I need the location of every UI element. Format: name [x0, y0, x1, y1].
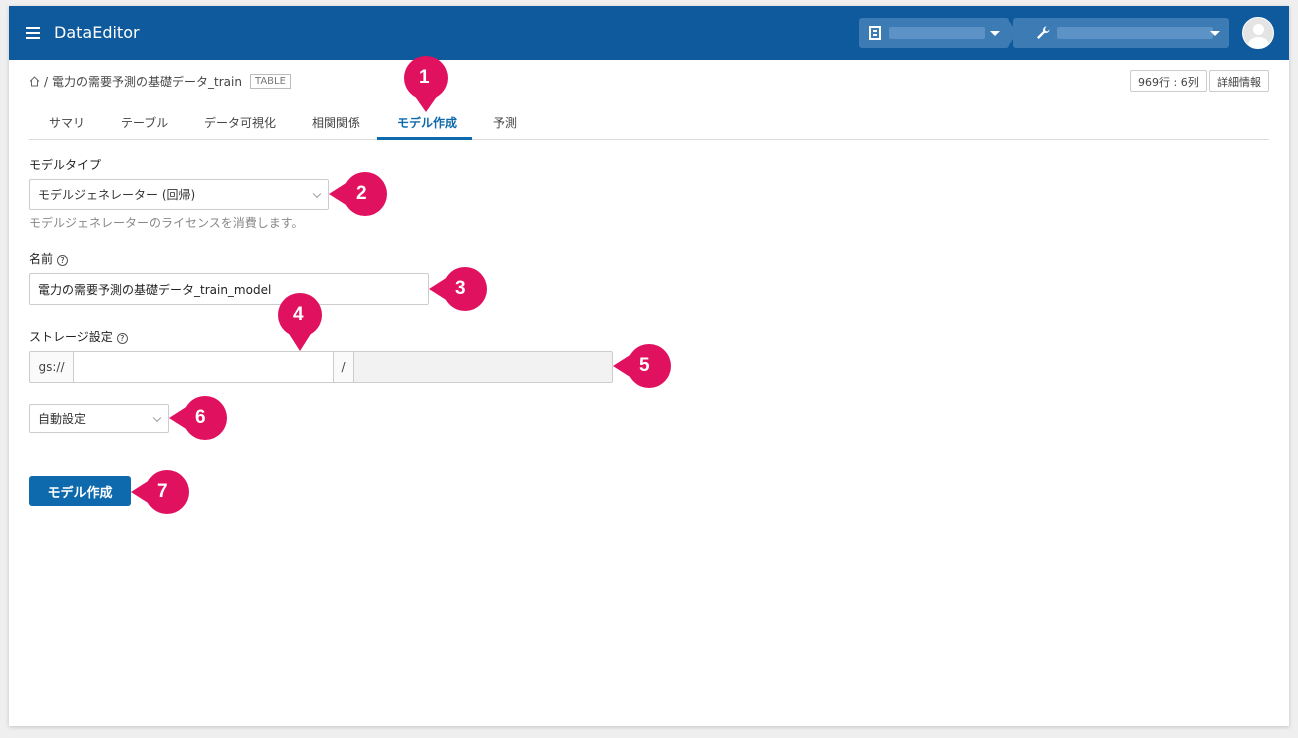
- project-selector[interactable]: [1013, 18, 1229, 48]
- chevron-down-icon: [152, 413, 162, 422]
- model-type-help-text: モデルジェネレーターのライセンスを消費します。: [29, 216, 304, 230]
- row-col-count: 969行 : 6列: [1130, 70, 1207, 92]
- create-model-button[interactable]: モデル作成: [29, 476, 131, 506]
- chevron-down-icon: [990, 31, 1000, 36]
- callout-number-6: 6: [195, 407, 206, 428]
- storage-label: ストレージ設定?: [29, 328, 128, 345]
- chevron-down-icon: [1210, 31, 1220, 36]
- type-badge: TABLE: [249, 74, 291, 89]
- model-type-value: モデルジェネレーター (回帰): [38, 188, 196, 202]
- tenant-name-redacted: [889, 27, 985, 39]
- hamburger-menu-icon[interactable]: [26, 27, 40, 39]
- callout-number-1: 1: [419, 67, 430, 88]
- tab-correlation[interactable]: 相関関係: [312, 114, 360, 131]
- app-window: DataEditor / 電力の需要予測の基礎データ_train TABLE 9…: [9, 6, 1289, 726]
- help-icon[interactable]: ?: [57, 255, 69, 266]
- tab-prediction[interactable]: 予測: [493, 114, 517, 131]
- storage-path-input: [353, 351, 613, 383]
- callout-number-2: 2: [356, 183, 367, 204]
- tab-model-creation[interactable]: モデル作成: [397, 114, 457, 131]
- tab-table[interactable]: テーブル: [121, 114, 168, 131]
- home-icon[interactable]: [29, 76, 40, 87]
- name-label: 名前?: [29, 250, 69, 267]
- callout-number-3: 3: [455, 278, 466, 299]
- active-tab-indicator: [377, 137, 472, 140]
- tab-visualization[interactable]: データ可視化: [204, 114, 276, 131]
- model-type-select[interactable]: モデルジェネレーター (回帰): [29, 179, 329, 210]
- wrench-icon: [1035, 25, 1051, 45]
- storage-label-text: ストレージ設定: [29, 330, 113, 344]
- storage-mode-value: 自動設定: [38, 412, 87, 426]
- model-type-label: モデルタイプ: [29, 158, 102, 172]
- tab-bar: サマリ テーブル データ可視化 相関関係 モデル作成 予測: [29, 106, 1269, 140]
- detail-info-button[interactable]: 詳細情報: [1209, 70, 1269, 92]
- callout-number-7: 7: [157, 481, 168, 502]
- tab-summary[interactable]: サマリ: [49, 114, 85, 131]
- name-input[interactable]: [29, 273, 429, 305]
- chevron-down-icon: [312, 189, 322, 198]
- storage-separator: /: [333, 351, 354, 383]
- building-icon: [869, 26, 881, 40]
- help-icon[interactable]: ?: [116, 333, 128, 344]
- breadcrumb: / 電力の需要予測の基礎データ_train TABLE: [29, 73, 291, 90]
- storage-bucket-input[interactable]: [73, 351, 334, 383]
- app-title: DataEditor: [54, 23, 140, 42]
- storage-mode-select[interactable]: 自動設定: [29, 404, 169, 433]
- tenant-selector[interactable]: [859, 18, 1009, 48]
- callout-number-4: 4: [293, 304, 304, 325]
- dataset-name: 電力の需要予測の基礎データ_train: [52, 75, 242, 89]
- callout-number-5: 5: [639, 355, 650, 376]
- storage-prefix: gs://: [29, 351, 74, 383]
- breadcrumb-separator: /: [44, 74, 49, 89]
- name-label-text: 名前: [29, 252, 54, 266]
- top-bar: DataEditor: [9, 6, 1289, 60]
- user-avatar-icon[interactable]: [1242, 17, 1274, 49]
- project-name-redacted: [1057, 27, 1213, 39]
